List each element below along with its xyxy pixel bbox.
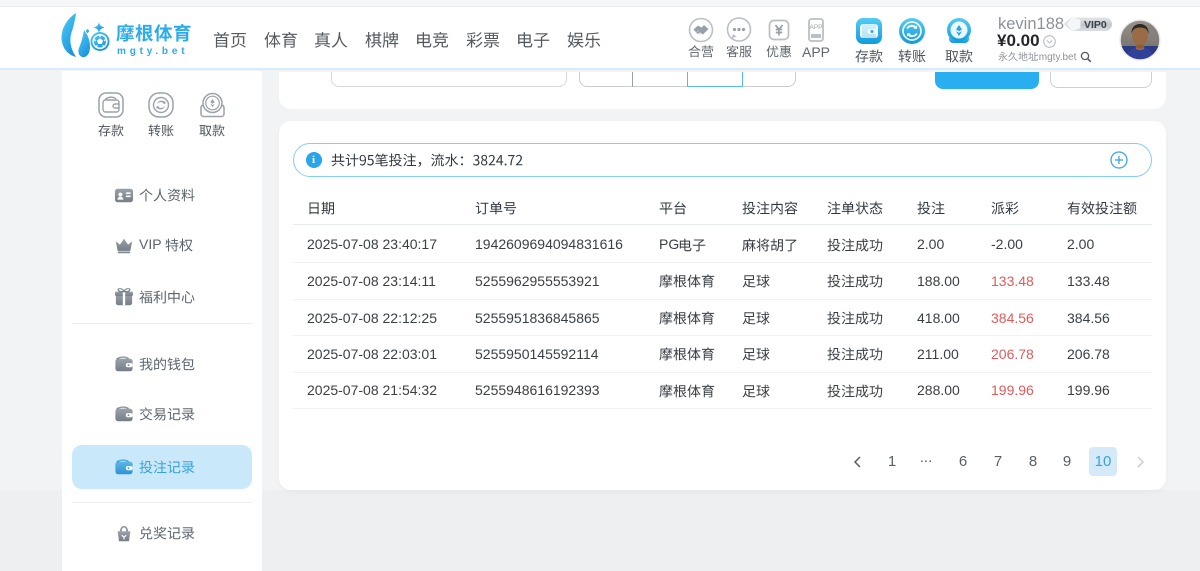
svg-text:APP: APP [809, 24, 822, 31]
svg-text:VIP0: VIP0 [1084, 19, 1107, 31]
